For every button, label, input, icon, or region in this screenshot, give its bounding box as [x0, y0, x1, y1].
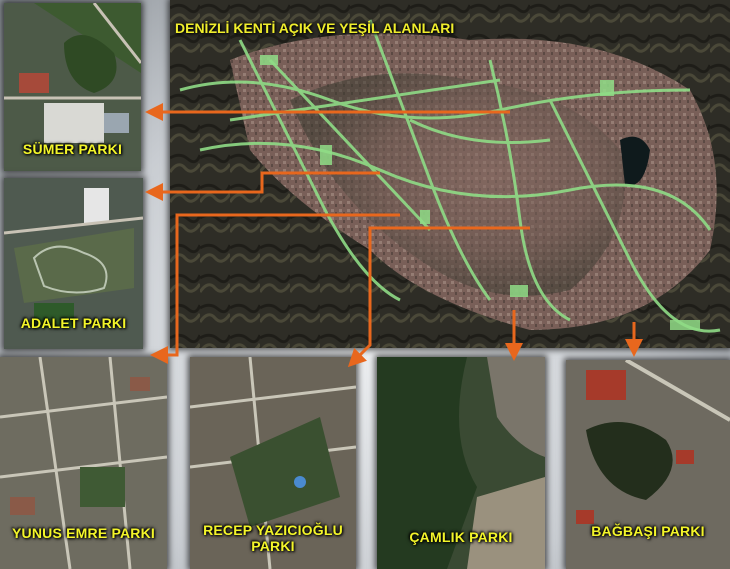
sumer-park-label: SÜMER PARKI — [22, 141, 123, 157]
map-title: DENİZLİ KENTİ AÇIK VE YEŞİL ALANLARI — [175, 20, 455, 36]
bagbasi-park-panel: BAĞBAŞI PARKI — [566, 360, 730, 569]
yunus-emre-park-panel: YUNUS EMRE PARKI — [0, 357, 167, 569]
adalet-park-panel: ADALET PARKI — [4, 178, 143, 349]
yunus-emre-park-label: YUNUS EMRE PARKI — [12, 525, 155, 541]
main-city-map — [170, 0, 730, 348]
bagbasi-park-label: BAĞBAŞI PARKI — [591, 523, 705, 539]
camlik-park-label: ÇAMLIK PARKI — [409, 529, 513, 545]
city-aerial-image — [170, 0, 730, 348]
recep-yazicioglu-park-label: RECEP YAZICIOĞLU PARKI — [203, 522, 343, 554]
camlik-park-panel: ÇAMLIK PARKI — [377, 357, 545, 569]
recep-yazicioglu-park-panel: RECEP YAZICIOĞLU PARKI — [190, 357, 356, 569]
sumer-park-panel: SÜMER PARKI — [4, 3, 141, 171]
adalet-park-label: ADALET PARKI — [20, 315, 127, 331]
